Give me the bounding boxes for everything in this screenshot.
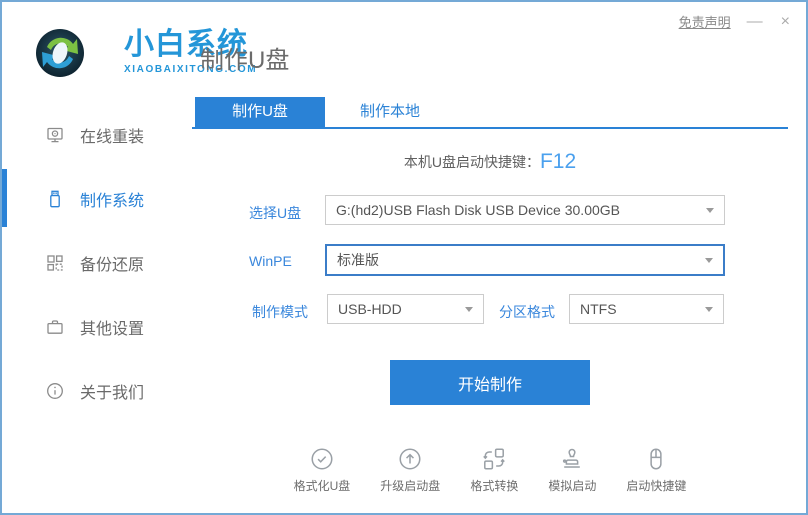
tool-upgrade-boot-disk[interactable]: 升级启动盘 — [380, 446, 440, 494]
tool-boot-hotkey[interactable]: 启动快捷键 — [626, 446, 686, 494]
minimize-button[interactable]: — — [745, 13, 765, 30]
boot-hotkey-line: 本机U盘启动快捷键：F12 — [192, 150, 788, 174]
winpe-select-value: 标准版 — [337, 252, 379, 268]
briefcase-icon — [46, 318, 64, 336]
sidebar-item-label: 其他设置 — [80, 321, 145, 338]
page-title: 制作U盘 — [200, 47, 290, 74]
disclaimer-link[interactable]: 免责声明 — [679, 12, 731, 31]
sidebar-item-label: 制作系统 — [80, 193, 145, 210]
bottom-toolbar: 格式化U盘 升级启动盘 格式转换 模拟启动 启动快捷键 — [192, 446, 788, 494]
monitor-icon — [46, 126, 64, 144]
sidebar-active-indicator — [2, 169, 7, 227]
tool-label: 格式化U盘 — [293, 479, 351, 493]
winpe-select[interactable]: 标准版 — [325, 244, 725, 276]
arrow-up-circle-icon — [397, 446, 423, 472]
app-logo-icon — [35, 27, 85, 79]
usb-select-label: 选择U盘 — [249, 205, 302, 221]
close-button[interactable]: × — [779, 13, 792, 30]
chevron-down-icon — [465, 306, 473, 312]
stamp-icon — [559, 446, 585, 472]
winpe-select-label: WinPE — [249, 253, 292, 269]
tool-label: 模拟启动 — [548, 479, 597, 493]
usb-select[interactable]: G:(hd2)USB Flash Disk USB Device 30.00GB — [325, 195, 725, 225]
sidebar-item-label: 在线重装 — [80, 129, 145, 146]
partition-select[interactable]: NTFS — [569, 294, 724, 324]
mode-select-value: USB-HDD — [338, 301, 402, 317]
boot-hotkey-value: F12 — [539, 150, 577, 173]
sidebar-item-label: 备份还原 — [80, 257, 145, 274]
partition-select-value: NTFS — [580, 301, 617, 317]
sidebar-item-online-reinstall[interactable]: 在线重装 — [46, 123, 144, 147]
app-window: 小白系统 XIAOBAIXITONG.COM 制作U盘 免责声明 — × 在线重… — [0, 0, 808, 515]
chevron-down-icon — [705, 257, 713, 263]
window-controls: 免责声明 — × — [679, 12, 792, 31]
tool-label: 启动快捷键 — [626, 479, 687, 493]
partition-select-label: 分区格式 — [499, 304, 555, 320]
info-icon — [46, 382, 64, 400]
tab-make-local[interactable]: 制作本地 — [325, 97, 455, 127]
mode-select[interactable]: USB-HDD — [327, 294, 484, 324]
grid-restore-icon — [46, 254, 64, 272]
start-make-button[interactable]: 开始制作 — [390, 360, 590, 405]
sidebar-item-other-settings[interactable]: 其他设置 — [46, 315, 144, 339]
sidebar-item-make-system[interactable]: 制作系统 — [46, 187, 144, 211]
usb-drive-icon — [46, 190, 64, 208]
tab-make-usb[interactable]: 制作U盘 — [195, 97, 325, 127]
sidebar-item-about-us[interactable]: 关于我们 — [46, 379, 144, 403]
mouse-icon — [643, 446, 669, 472]
boot-hotkey-label: 本机U盘启动快捷键： — [403, 154, 540, 170]
mode-select-label: 制作模式 — [252, 304, 308, 320]
chevron-down-icon — [706, 207, 714, 213]
tool-format-usb[interactable]: 格式化U盘 — [293, 446, 351, 494]
convert-icon — [481, 446, 507, 472]
check-circle-icon — [309, 446, 335, 472]
tool-format-convert[interactable]: 格式转换 — [470, 446, 518, 494]
sidebar-item-label: 关于我们 — [80, 385, 145, 402]
tab-bar: 制作U盘 制作本地 — [192, 97, 788, 129]
tool-label: 格式转换 — [470, 479, 519, 493]
tool-simulate-boot[interactable]: 模拟启动 — [548, 446, 596, 494]
chevron-down-icon — [705, 306, 713, 312]
usb-select-value: G:(hd2)USB Flash Disk USB Device 30.00GB — [336, 202, 620, 218]
sidebar-item-backup-restore[interactable]: 备份还原 — [46, 251, 144, 275]
tool-label: 升级启动盘 — [380, 479, 441, 493]
